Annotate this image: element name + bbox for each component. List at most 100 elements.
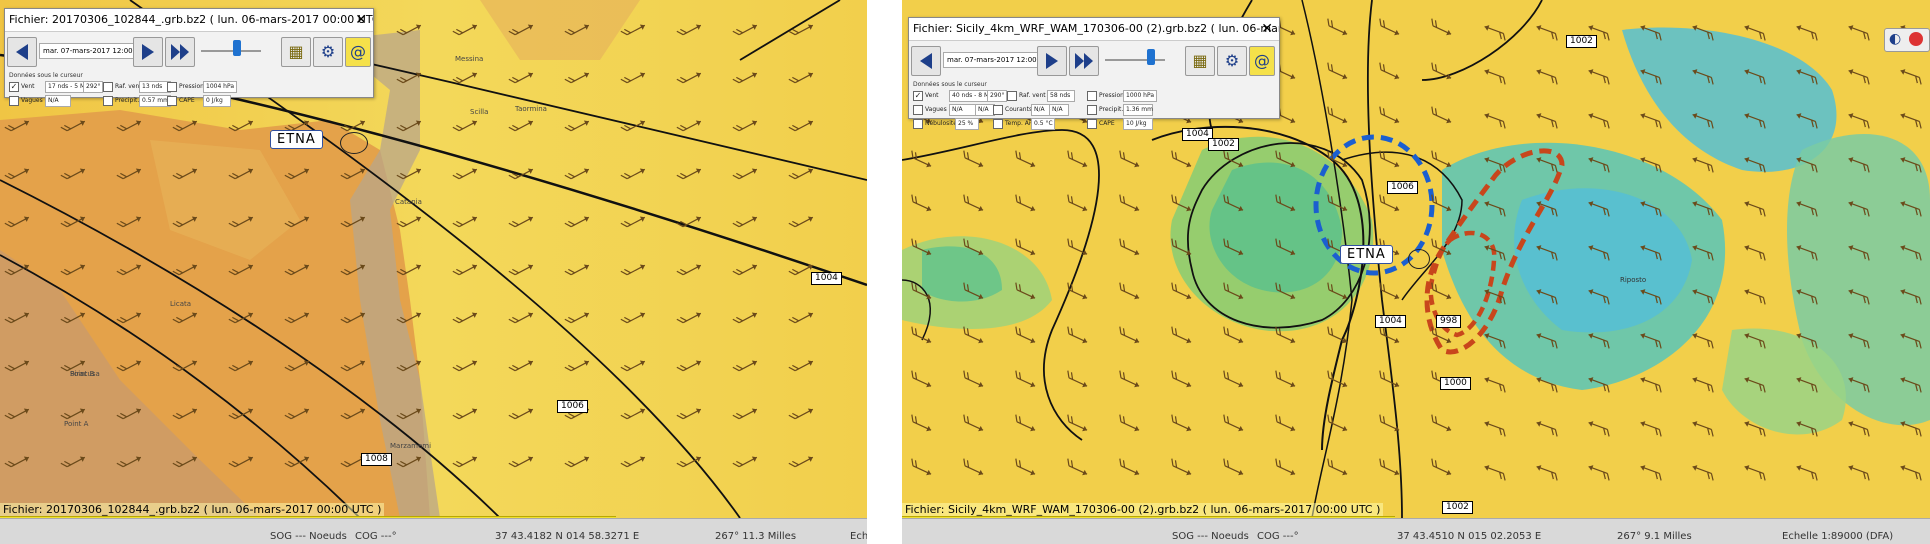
settings-button[interactable]: ⚙ xyxy=(313,37,343,67)
close-icon[interactable]: ✕ xyxy=(355,9,367,31)
position-readout: 37 43.4510 N 015 02.2053 E xyxy=(1397,531,1542,542)
etna-marker-label[interactable]: ETNA xyxy=(1340,245,1393,264)
date-select[interactable]: mar. 07-mars-2017 12:00 UTC ▾ xyxy=(943,52,1058,68)
dialog-title-text: Fichier: 20170306_102844_.grb.bz2 ( lun.… xyxy=(9,13,373,26)
scale-readout: Echelle 1:89000 (DFA) xyxy=(1782,531,1894,542)
param-row: Vagues N/A N/A Courants N/A N/A Precipit… xyxy=(909,103,1279,117)
checkbox[interactable] xyxy=(1087,91,1097,101)
left-status-bar: SOG --- Noeuds COG ---° 37 43.4182 N 014… xyxy=(0,518,867,544)
checkbox[interactable] xyxy=(9,96,19,106)
at-icon: @ xyxy=(350,42,366,61)
param-label: Precipit. xyxy=(115,97,140,104)
checkbox[interactable]: ✓ xyxy=(9,82,19,92)
etna-ring xyxy=(340,132,368,154)
param-value: 17 nds - 5 M xyxy=(45,81,85,93)
isobar-label: 1004 xyxy=(1375,315,1406,328)
checkbox[interactable] xyxy=(167,82,177,92)
param-label: Raf. vent xyxy=(1019,92,1046,99)
place-label: Point B xyxy=(70,370,95,378)
time-slider[interactable] xyxy=(201,50,261,52)
checkbox[interactable]: ✓ xyxy=(913,91,923,101)
time-slider-knob[interactable] xyxy=(1147,49,1155,65)
settings-button[interactable]: ⚙ xyxy=(1217,46,1247,76)
checkbox[interactable] xyxy=(993,119,1003,129)
at-icon: @ xyxy=(1254,51,1270,70)
checkbox[interactable] xyxy=(1087,119,1097,129)
param-label: CAPE xyxy=(179,97,195,104)
param-label: Vent xyxy=(925,92,939,99)
place-label: Messina xyxy=(455,55,484,63)
pane-separator xyxy=(867,0,902,544)
dialog-title-text: Fichier: Sicily_4km_WRF_WAM_170306-00 (2… xyxy=(913,22,1279,35)
map-button[interactable]: ▦ xyxy=(281,37,311,67)
isobar-label: 1000 xyxy=(1440,377,1471,390)
isobar-label: 1008 xyxy=(361,453,392,466)
param-value: N/A xyxy=(45,95,71,107)
date-select[interactable]: mar. 07-mars-2017 12:00 UTC ▾ xyxy=(39,43,154,59)
file-status-line: Fichier: Sicily_4km_WRF_WAM_170306-00 (2… xyxy=(902,503,1384,516)
checkbox[interactable] xyxy=(103,82,113,92)
param-value: 1.36 mm xyxy=(1123,104,1153,116)
nav-last-button[interactable] xyxy=(1069,46,1099,76)
checkbox[interactable] xyxy=(103,96,113,106)
time-slider-knob[interactable] xyxy=(233,40,241,56)
checkbox[interactable] xyxy=(913,105,923,115)
gear-icon: ⚙ xyxy=(320,42,336,61)
nav-prev-button[interactable] xyxy=(911,46,941,76)
param-value: 0 J/kg xyxy=(203,95,231,107)
etna-ring xyxy=(1408,249,1430,269)
gear-icon: ⚙ xyxy=(1224,51,1240,70)
nav-next-button[interactable] xyxy=(133,37,163,67)
right-chart-window: 1002 1004 1002 1006 1004 998 1000 1002 R… xyxy=(902,0,1930,544)
param-value: 1004 hPa xyxy=(203,81,237,93)
dialog-toolbar: mar. 07-mars-2017 12:00 UTC ▾ ▦ ⚙ @ xyxy=(5,32,373,72)
param-value: 0.5 °C xyxy=(1031,118,1055,130)
param-label: Vent xyxy=(21,83,35,90)
nav-last-icon xyxy=(1075,53,1093,69)
nav-last-button[interactable] xyxy=(165,37,195,67)
param-label: Courants xyxy=(1005,106,1033,113)
map-icon: ▦ xyxy=(288,42,304,61)
param-label: Temp. Air xyxy=(1005,120,1034,127)
param-value: N/A xyxy=(1031,104,1051,116)
map-button[interactable]: ▦ xyxy=(1185,46,1215,76)
place-label: Catania xyxy=(395,198,422,206)
checkbox[interactable] xyxy=(1087,105,1097,115)
param-row: ✓ Vent 40 nds - 8 M 290° Raf. vent 58 nds… xyxy=(909,89,1279,103)
place-label: Riposto xyxy=(1620,276,1647,284)
param-value: 10 J/kg xyxy=(1123,118,1153,130)
email-button[interactable]: @ xyxy=(345,37,371,67)
isobar-label: 1006 xyxy=(557,400,588,413)
param-row: Vagues N/A Precipit. 0.57 mm CAPE 0 J/kg xyxy=(5,94,373,108)
close-icon[interactable]: ✕ xyxy=(1261,18,1273,40)
email-button[interactable]: @ xyxy=(1249,46,1275,76)
nav-prev-button[interactable] xyxy=(7,37,37,67)
param-row: ✓ Vent 17 nds - 5 M 292° Raf. vent 13 nds… xyxy=(5,80,373,94)
sog-readout: SOG --- Noeuds xyxy=(1172,531,1249,542)
compass-icon: ◐ xyxy=(1889,31,1902,47)
param-label: Vagues xyxy=(21,97,43,104)
compass-widget[interactable]: ◐ xyxy=(1884,28,1930,52)
nav-next-button[interactable] xyxy=(1037,46,1067,76)
etna-marker-label[interactable]: ETNA xyxy=(270,130,323,149)
place-label: Point A xyxy=(64,420,89,428)
param-value: N/A xyxy=(975,104,995,116)
checkbox[interactable] xyxy=(993,105,1003,115)
checkbox[interactable] xyxy=(167,96,177,106)
param-value: 58 nds xyxy=(1047,90,1075,102)
time-slider[interactable] xyxy=(1105,59,1165,61)
nav-prev-icon xyxy=(16,44,28,60)
scale-readout: Ech xyxy=(850,531,867,542)
dialog-toolbar: mar. 07-mars-2017 12:00 UTC ▾ ▦ ⚙ @ xyxy=(909,41,1279,81)
checkbox[interactable] xyxy=(1007,91,1017,101)
checkbox[interactable] xyxy=(913,119,923,129)
param-value: N/A xyxy=(1049,104,1069,116)
sog-readout: SOG --- Noeuds xyxy=(270,531,347,542)
grib-data-dialog: Fichier: Sicily_4km_WRF_WAM_170306-00 (2… xyxy=(908,17,1280,130)
isobar-label: 998 xyxy=(1436,315,1462,328)
isobar-label: 1002 xyxy=(1208,138,1239,151)
param-label: Nébulosité xyxy=(925,120,957,127)
param-row: Nébulosité 25 % Temp. Air 0.5 °C CAPE 10… xyxy=(909,117,1279,131)
section-heading: Données sous le curseur xyxy=(9,72,83,79)
isobar-label: 1002 xyxy=(1566,35,1597,48)
